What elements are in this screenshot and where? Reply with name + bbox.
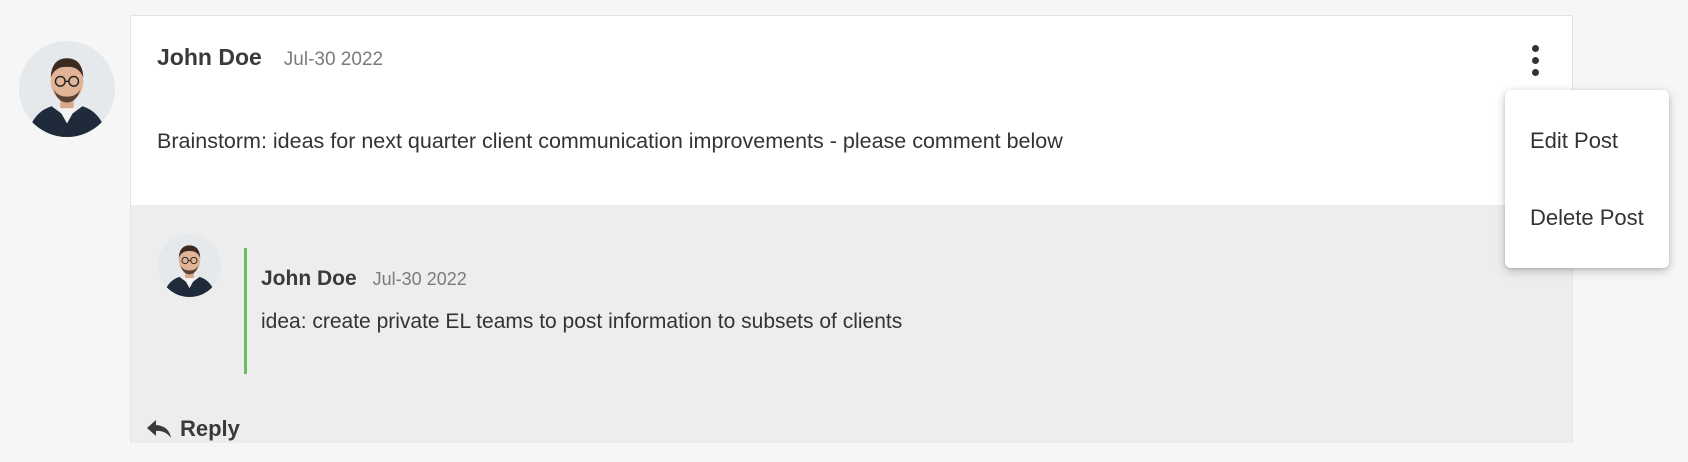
more-vertical-icon-dot — [1531, 68, 1539, 76]
discussion-thread: John Doe Jul-30 2022 Brainstorm: ideas f… — [0, 0, 1688, 462]
reply-author[interactable]: John Doe — [261, 267, 357, 291]
reply-date: Jul-30 2022 — [372, 269, 467, 289]
person-photo-icon — [19, 41, 115, 137]
delete-post-menu-item[interactable]: Delete Post — [1530, 205, 1644, 231]
reply-item: John Doe Jul-30 2022 idea: create privat… — [244, 248, 1047, 374]
post-header: John Doe Jul-30 2022 — [157, 44, 383, 71]
post-date: Jul-30 2022 — [283, 49, 384, 70]
reply-button[interactable]: Reply — [146, 416, 240, 442]
reply-arrow-icon — [147, 420, 171, 438]
more-vertical-icon — [1531, 44, 1539, 52]
author-avatar[interactable] — [19, 41, 115, 137]
post-card: John Doe Jul-30 2022 Brainstorm: ideas f… — [130, 15, 1573, 443]
post-author[interactable]: John Doe — [157, 44, 262, 71]
reply-header: John Doe Jul-30 2022 — [261, 267, 467, 291]
reply-label: Reply — [180, 416, 240, 441]
comments-section: John Doe Jul-30 2022 idea: create privat… — [131, 205, 1572, 443]
post-options-menu: Edit Post Delete Post — [1505, 90, 1669, 268]
reply-text: idea: create private EL teams to post in… — [261, 310, 903, 333]
person-photo-icon — [158, 234, 221, 297]
reply-author-avatar[interactable] — [158, 234, 221, 297]
post-options-button[interactable] — [1523, 40, 1547, 80]
post-body: Brainstorm: ideas for next quarter clien… — [157, 129, 1063, 153]
more-vertical-icon-dot — [1531, 56, 1539, 64]
edit-post-menu-item[interactable]: Edit Post — [1530, 128, 1618, 154]
